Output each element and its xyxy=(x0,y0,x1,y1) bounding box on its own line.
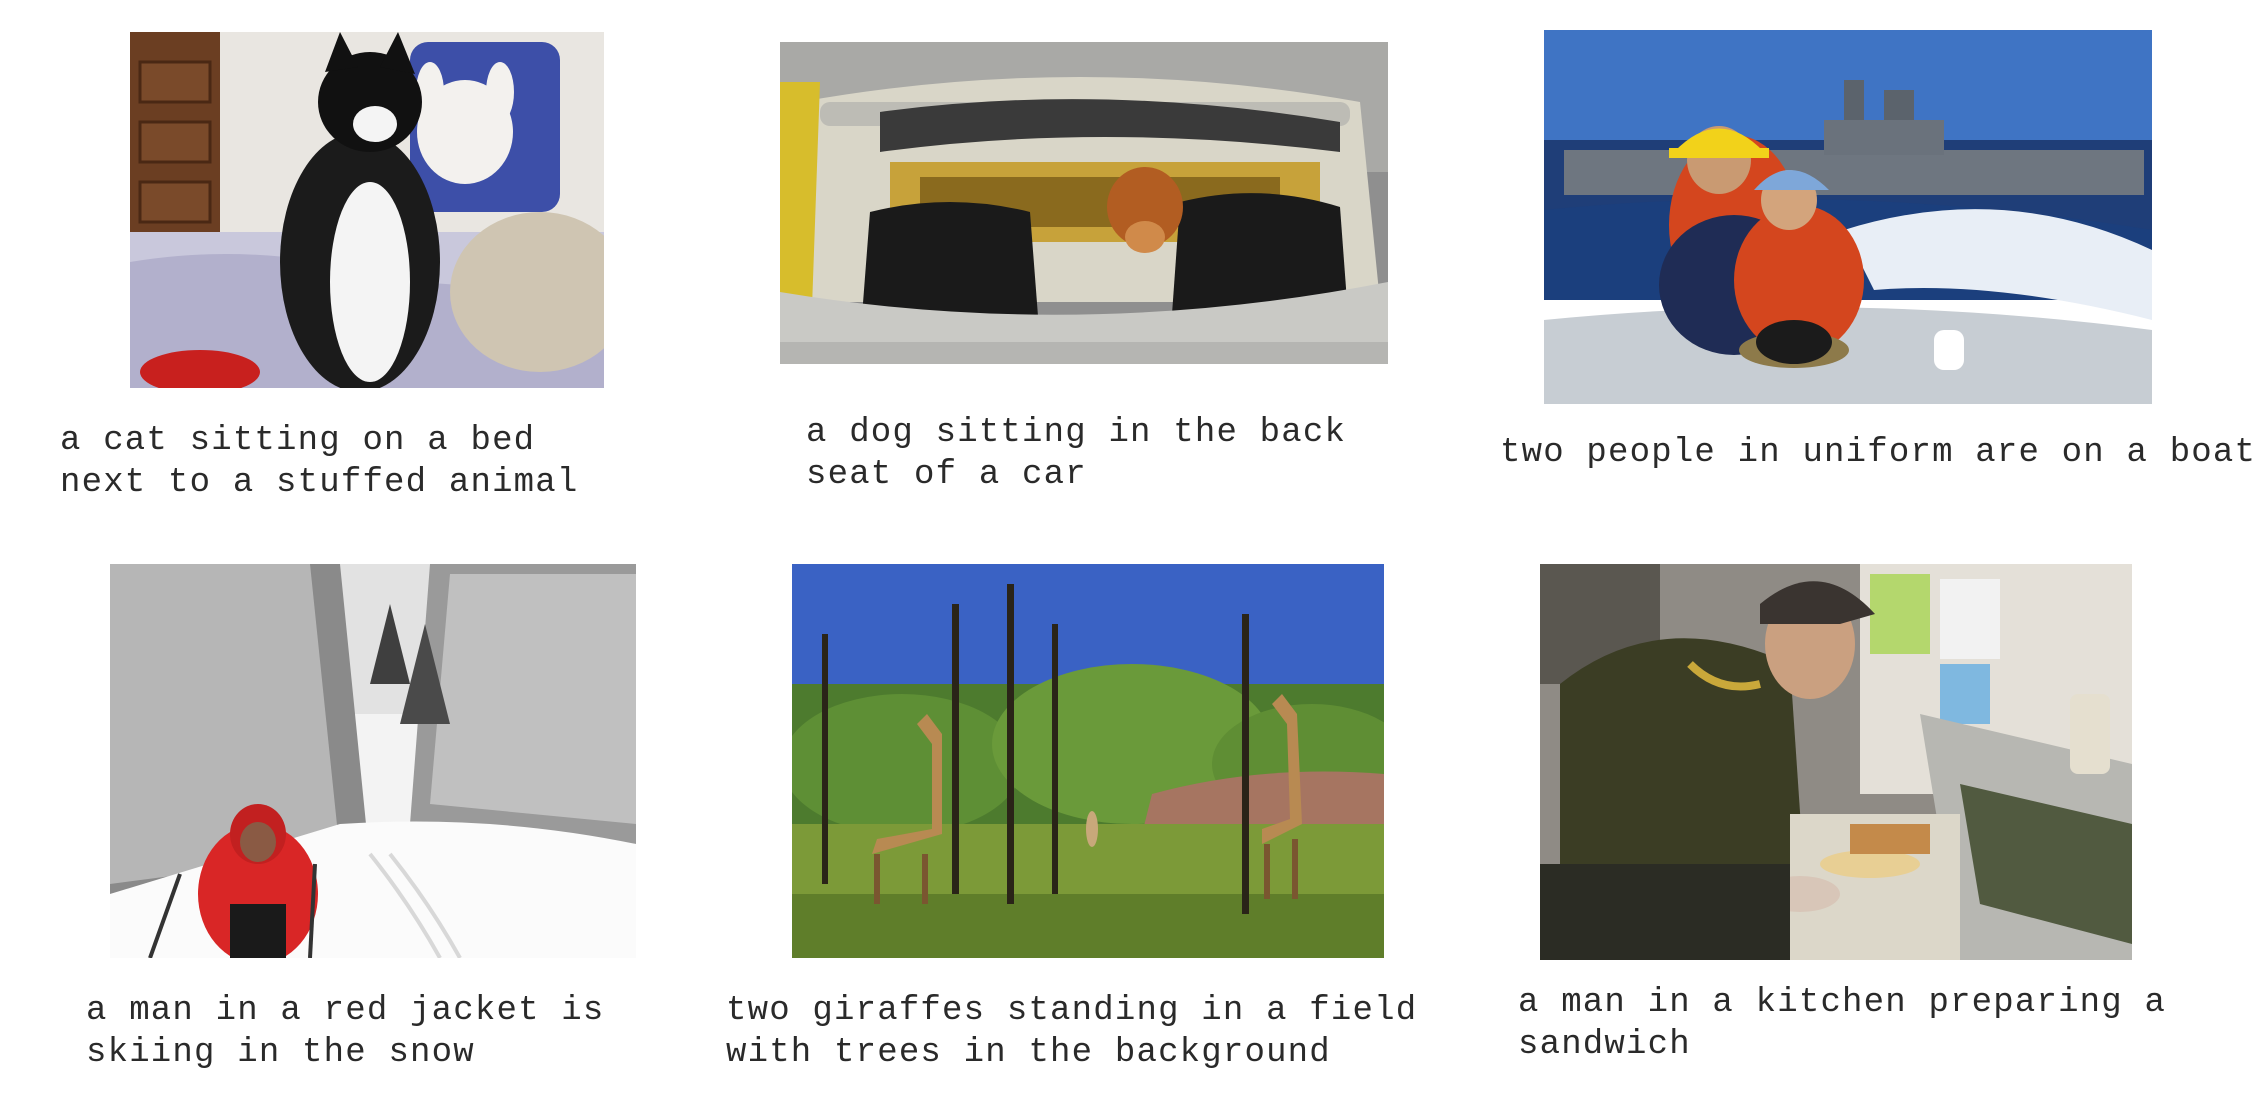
caption-line: a man in a red jacket is xyxy=(86,992,605,1030)
skier-in-snow-photo xyxy=(110,564,636,958)
caption-line: next to a stuffed animal xyxy=(60,464,579,502)
caption-line: two people in uniform are on a boat xyxy=(1500,434,2257,472)
caption-line: a cat sitting on a bed xyxy=(60,422,536,460)
giraffes-in-field-photo xyxy=(792,564,1384,958)
caption-line: seat of a car xyxy=(806,456,1087,494)
caption-line: two giraffes standing in a field xyxy=(726,992,1418,1030)
caption-line: a man in a kitchen preparing a xyxy=(1518,984,2167,1022)
people-on-boat-photo xyxy=(1544,30,2152,404)
caption-giraffes-in-field: two giraffes standing in a field with tr… xyxy=(726,990,1417,1074)
caption-line: sandwich xyxy=(1518,1026,1691,1064)
caption-line: skiing in the snow xyxy=(86,1034,475,1072)
caption-cat-on-bed: a cat sitting on a bed next to a stuffed… xyxy=(60,420,578,504)
caption-people-on-boat: two people in uniform are on a boat xyxy=(1500,432,2256,474)
caption-skier-in-snow: a man in a red jacket is skiing in the s… xyxy=(86,990,604,1074)
caption-man-in-kitchen: a man in a kitchen preparing a sandwich xyxy=(1518,982,2166,1066)
dog-in-convertible-photo xyxy=(780,42,1388,364)
caption-dog-in-convertible: a dog sitting in the back seat of a car xyxy=(806,412,1346,496)
man-in-kitchen-photo xyxy=(1540,564,2132,960)
caption-line: a dog sitting in the back xyxy=(806,414,1347,452)
cat-on-bed-photo xyxy=(130,32,604,388)
caption-line: with trees in the background xyxy=(726,1034,1331,1072)
